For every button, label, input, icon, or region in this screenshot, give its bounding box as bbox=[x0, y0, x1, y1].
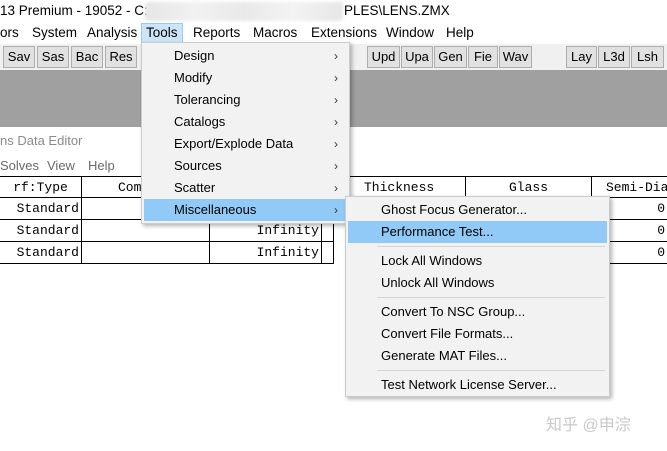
menu-tools[interactable]: Tools bbox=[141, 23, 183, 44]
tools-menu-item-tolerancing[interactable]: Tolerancing › bbox=[144, 89, 347, 111]
menu-separator bbox=[377, 246, 605, 247]
menu-window[interactable]: Window bbox=[386, 23, 434, 44]
column-header-glass[interactable]: Glass bbox=[466, 176, 592, 198]
menu-extensions[interactable]: Extensions bbox=[311, 23, 377, 44]
chevron-right-icon: › bbox=[334, 115, 338, 129]
tools-menu-item-catalogs[interactable]: Catalogs › bbox=[144, 111, 347, 133]
column-header-semi-diameter[interactable]: Semi-Dia bbox=[592, 176, 667, 198]
menu-help[interactable]: Help bbox=[446, 23, 474, 44]
menu-macros[interactable]: Macros bbox=[253, 23, 297, 44]
table-row-radius[interactable]: Infinity bbox=[210, 242, 322, 264]
tools-menu-item-export-explode[interactable]: Export/Explode Data › bbox=[144, 133, 347, 155]
column-header-type[interactable]: rf:Type bbox=[0, 176, 82, 198]
toolbar-sas-button[interactable]: Sas bbox=[37, 46, 69, 68]
table-row-semi-diameter[interactable]: 0 bbox=[608, 242, 667, 264]
table-row-semi-diameter[interactable]: 0 bbox=[608, 220, 667, 242]
toolbar-wav-button[interactable]: Wav bbox=[499, 46, 532, 68]
misc-item-test-network-license-server[interactable]: Test Network License Server... bbox=[348, 374, 607, 396]
table-row-type[interactable]: Standard bbox=[0, 220, 82, 242]
editor-menu-help[interactable]: Help bbox=[88, 158, 115, 173]
menu-bar: ors System Analysis Tools Reports Macros… bbox=[0, 23, 667, 44]
menu-separator bbox=[377, 297, 605, 298]
chevron-right-icon: › bbox=[334, 93, 338, 107]
toolbar-res-button[interactable]: Res bbox=[105, 46, 137, 68]
menu-analysis[interactable]: Analysis bbox=[87, 23, 137, 44]
toolbar-lsh-button[interactable]: Lsh bbox=[631, 46, 664, 68]
menu-reports[interactable]: Reports bbox=[193, 23, 240, 44]
tools-dropdown-menu: Design › Modify › Tolerancing › Catalogs… bbox=[141, 42, 350, 224]
chevron-right-icon: › bbox=[334, 159, 338, 173]
menu-system[interactable]: System bbox=[32, 23, 77, 44]
table-row-type[interactable]: Standard bbox=[0, 198, 82, 220]
column-header-thickness[interactable]: Thickness bbox=[334, 176, 466, 198]
redacted-path-blur bbox=[145, 2, 343, 21]
misc-item-unlock-all-windows[interactable]: Unlock All Windows bbox=[348, 272, 607, 294]
chevron-right-icon: › bbox=[334, 181, 338, 195]
editor-menu-view[interactable]: View bbox=[47, 158, 75, 173]
misc-item-performance-test[interactable]: Performance Test... bbox=[348, 221, 607, 243]
table-row-semi-diameter[interactable]: 0 bbox=[608, 198, 667, 220]
tools-menu-item-design[interactable]: Design › bbox=[144, 45, 347, 67]
misc-item-lock-all-windows[interactable]: Lock All Windows bbox=[348, 250, 607, 272]
chevron-right-icon: › bbox=[334, 71, 338, 85]
menu-editors[interactable]: ors bbox=[0, 23, 19, 44]
toolbar-bac-button[interactable]: Bac bbox=[71, 46, 103, 68]
table-row-solve[interactable] bbox=[322, 242, 334, 264]
miscellaneous-submenu: Ghost Focus Generator... Performance Tes… bbox=[345, 196, 610, 397]
toolbar-upd-button[interactable]: Upd bbox=[367, 46, 400, 68]
toolbar-upa-button[interactable]: Upa bbox=[401, 46, 433, 68]
tools-menu-item-modify[interactable]: Modify › bbox=[144, 67, 347, 89]
table-row-comment[interactable] bbox=[82, 242, 210, 264]
menu-separator bbox=[377, 370, 605, 371]
window-title: 13 Premium - 19052 - C: bbox=[0, 3, 148, 18]
watermark-text: 知乎 @申淙 bbox=[546, 417, 631, 434]
toolbar-sav-button[interactable]: Sav bbox=[3, 46, 35, 68]
table-row-type[interactable]: Standard bbox=[0, 242, 82, 264]
misc-item-convert-to-nsc-group[interactable]: Convert To NSC Group... bbox=[348, 301, 607, 323]
editor-title: ns Data Editor bbox=[0, 133, 83, 148]
misc-item-generate-mat-files[interactable]: Generate MAT Files... bbox=[348, 345, 607, 367]
editor-menu-solves[interactable]: Solves bbox=[0, 158, 39, 173]
toolbar-l3d-button[interactable]: L3d bbox=[598, 46, 630, 68]
chevron-right-icon: › bbox=[334, 49, 338, 63]
toolbar-lay-button[interactable]: Lay bbox=[566, 46, 597, 68]
toolbar-gen-button[interactable]: Gen bbox=[434, 46, 467, 68]
chevron-right-icon: › bbox=[334, 137, 338, 151]
toolbar-fie-button[interactable]: Fie bbox=[468, 46, 498, 68]
misc-item-convert-file-formats[interactable]: Convert File Formats... bbox=[348, 323, 607, 345]
tools-menu-item-scatter[interactable]: Scatter › bbox=[144, 177, 347, 199]
tools-menu-item-sources[interactable]: Sources › bbox=[144, 155, 347, 177]
chevron-right-icon: › bbox=[334, 203, 338, 217]
window-title-filename: PLES\LENS.ZMX bbox=[344, 3, 450, 18]
tools-menu-item-miscellaneous[interactable]: Miscellaneous › bbox=[144, 199, 347, 221]
title-bar: 13 Premium - 19052 - C: PLES\LENS.ZMX bbox=[0, 0, 667, 23]
misc-item-ghost-focus-generator[interactable]: Ghost Focus Generator... bbox=[348, 199, 607, 221]
